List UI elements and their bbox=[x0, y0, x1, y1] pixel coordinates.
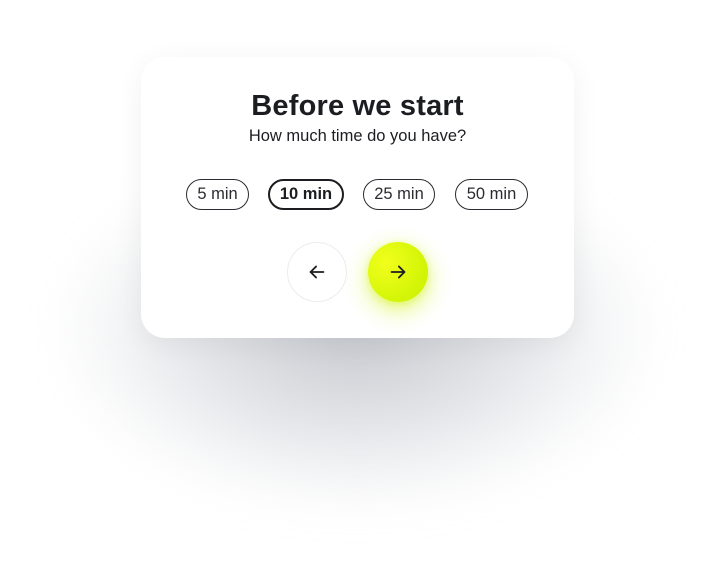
option-5-min[interactable]: 5 min bbox=[186, 179, 249, 210]
option-25-min[interactable]: 25 min bbox=[363, 179, 435, 210]
time-selection-card: Before we start How much time do you hav… bbox=[141, 57, 574, 338]
arrow-left-icon bbox=[309, 265, 325, 279]
next-button[interactable] bbox=[368, 242, 428, 302]
back-button[interactable] bbox=[287, 242, 347, 302]
card-title: Before we start bbox=[251, 90, 464, 122]
card-subtitle: How much time do you have? bbox=[248, 127, 467, 145]
option-50-min[interactable]: 50 min bbox=[455, 179, 528, 210]
option-10-min[interactable]: 10 min bbox=[268, 179, 344, 210]
arrow-right-icon bbox=[390, 265, 406, 279]
